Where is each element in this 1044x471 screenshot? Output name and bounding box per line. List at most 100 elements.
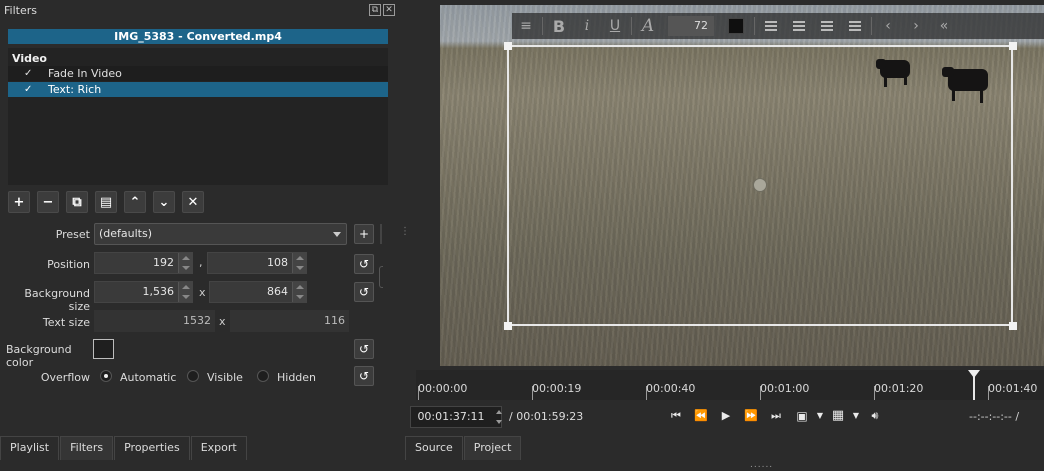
background-height-value: 864	[267, 285, 288, 298]
position-x-spinbox[interactable]: 192	[94, 252, 193, 274]
text-selection-rect[interactable]	[507, 45, 1013, 326]
play-button[interactable]: ▶	[717, 408, 735, 424]
spin-arrows-icon[interactable]	[292, 282, 306, 302]
paste-filter-button[interactable]: ▤	[95, 191, 117, 213]
resize-handle[interactable]	[1009, 322, 1017, 330]
lock-aspect-bracket	[379, 266, 383, 288]
tab-playlist[interactable]: Playlist	[0, 436, 60, 460]
zoom-fit-button[interactable]: ▣	[793, 408, 811, 424]
align-left-button[interactable]	[757, 13, 785, 39]
align-center-button[interactable]	[785, 13, 813, 39]
preset-value: (defaults)	[99, 227, 153, 240]
ruler-label: 00:00:19	[532, 382, 582, 395]
tab-filters[interactable]: Filters	[60, 436, 114, 460]
preset-label: Preset	[55, 228, 90, 241]
divider	[871, 17, 872, 35]
add-filter-button[interactable]: +	[8, 191, 30, 213]
text-color-button[interactable]	[728, 18, 744, 34]
filter-item-text-rich[interactable]: ✓ Text: Rich	[8, 82, 388, 97]
spin-arrows-icon[interactable]	[493, 410, 502, 424]
tab-properties[interactable]: Properties	[114, 436, 190, 460]
resize-handle[interactable]	[504, 322, 512, 330]
text-size-label: Text size	[42, 316, 90, 329]
playhead[interactable]	[968, 370, 980, 400]
panel-title-icons: ⧉ ✕	[369, 4, 395, 16]
overflow-visible-radio[interactable]	[187, 370, 199, 382]
font-button[interactable]: A	[634, 13, 662, 39]
align-justify-button[interactable]	[841, 13, 869, 39]
decrease-indent-button[interactable]: ‹	[874, 13, 902, 39]
align-right-button[interactable]	[813, 13, 841, 39]
resize-handle[interactable]	[504, 42, 512, 50]
position-label: Position	[47, 258, 90, 271]
skip-to-start-button[interactable]: ⏮	[667, 408, 685, 424]
underline-button[interactable]: U	[601, 13, 629, 39]
divider	[754, 17, 755, 35]
tab-source[interactable]: Source	[405, 436, 463, 460]
collapse-toolbar-button[interactable]: «	[930, 13, 958, 39]
filter-item-fade-in-video[interactable]: ✓ Fade In Video	[8, 66, 388, 81]
background-color-swatch[interactable]	[93, 339, 114, 359]
current-timecode-input[interactable]: 00:01:37:11	[410, 406, 502, 428]
grid-button[interactable]: ▦	[829, 408, 847, 424]
spin-arrows-icon[interactable]	[178, 282, 192, 302]
align-right-icon	[821, 21, 833, 31]
in-out-timecode: --:--:--:-- /	[969, 410, 1020, 423]
italic-button[interactable]: i	[573, 13, 601, 39]
ruler-label: 00:01:00	[760, 382, 810, 395]
remove-filter-button[interactable]: −	[37, 191, 59, 213]
position-y-value: 108	[267, 256, 288, 269]
background-color-label: Background color	[6, 343, 72, 369]
undock-icon[interactable]: ⧉	[369, 4, 381, 16]
divider	[631, 17, 632, 35]
filter-enabled-checkbox[interactable]: ✓	[24, 68, 38, 79]
font-size-input[interactable]: 72	[668, 16, 714, 36]
ruler-label: 00:00:00	[418, 382, 468, 395]
reset-background-size-button[interactable]: ↺	[354, 282, 374, 302]
volume-icon[interactable]: 🔊︎	[866, 408, 884, 424]
move-down-button[interactable]: ⌄	[153, 191, 175, 213]
rich-text-toolbar: ≡ B i U A 72 ‹ › «	[512, 13, 1044, 39]
overflow-visible-label: Visible	[207, 371, 243, 384]
align-left-icon	[765, 21, 777, 31]
reset-overflow-button[interactable]: ↺	[354, 366, 374, 386]
left-tabbar: Playlist Filters Properties Export	[0, 436, 248, 460]
copy-filter-button[interactable]: ⧉	[66, 191, 88, 213]
filter-enabled-checkbox[interactable]: ✓	[24, 84, 38, 95]
chevron-down-icon[interactable]: ▼	[811, 408, 829, 424]
preset-menu-icon[interactable]: ⋮	[400, 226, 410, 237]
resize-grip-icon[interactable]: ......	[750, 460, 773, 470]
menu-icon[interactable]: ≡	[512, 13, 540, 39]
background-size-separator: x	[199, 286, 206, 299]
video-viewer[interactable]: ≡ B i U A 72 ‹ › «	[440, 5, 1044, 366]
move-up-button[interactable]: ⌃	[124, 191, 146, 213]
timeline-ruler[interactable]: 00:00:00 00:00:19 00:00:40 00:01:00 00:0…	[416, 370, 1044, 400]
chevron-down-icon	[333, 232, 341, 237]
resize-handle[interactable]	[1009, 42, 1017, 50]
tab-project[interactable]: Project	[463, 436, 522, 460]
divider	[380, 224, 382, 244]
text-size-separator: x	[219, 315, 226, 328]
chevron-down-icon[interactable]: ▼	[847, 408, 865, 424]
position-y-spinbox[interactable]: 108	[207, 252, 307, 274]
spin-arrows-icon[interactable]	[292, 253, 306, 273]
close-panel-icon[interactable]: ✕	[383, 4, 395, 16]
overflow-automatic-radio[interactable]	[100, 370, 112, 382]
spin-arrows-icon[interactable]	[178, 253, 192, 273]
background-width-value: 1,536	[142, 285, 175, 298]
increase-indent-button[interactable]: ›	[902, 13, 930, 39]
fast-forward-button[interactable]: ⏩	[742, 408, 760, 424]
preset-select[interactable]: (defaults)	[94, 223, 347, 245]
filter-list[interactable]: Video ✓ Fade In Video ✓ Text: Rich	[8, 48, 388, 185]
deselect-filter-button[interactable]: ✕	[182, 191, 204, 213]
save-preset-button[interactable]: +	[354, 224, 374, 244]
reset-background-color-button[interactable]: ↺	[354, 339, 374, 359]
reset-position-button[interactable]: ↺	[354, 254, 374, 274]
background-width-spinbox[interactable]: 1,536	[94, 281, 193, 303]
background-height-spinbox[interactable]: 864	[209, 281, 307, 303]
skip-to-end-button[interactable]: ⏭	[767, 408, 785, 424]
tab-export[interactable]: Export	[190, 436, 247, 460]
overflow-hidden-radio[interactable]	[257, 370, 269, 382]
rewind-button[interactable]: ⏪	[692, 408, 710, 424]
bold-button[interactable]: B	[545, 13, 573, 39]
